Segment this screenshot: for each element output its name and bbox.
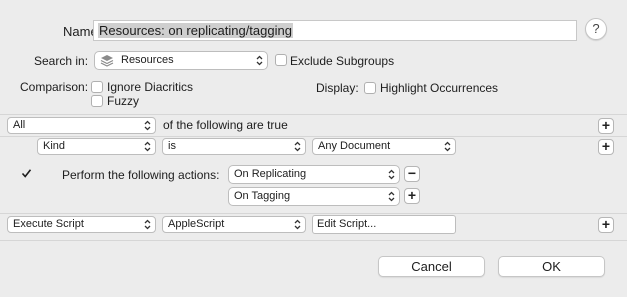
separator <box>0 240 627 241</box>
perform-actions-label: Perform the following actions: <box>62 168 220 182</box>
criterion-field-value: Kind <box>43 140 66 152</box>
criterion-value-value: Any Document <box>318 140 391 152</box>
chevron-updown-icon <box>388 169 395 180</box>
separator <box>0 213 627 214</box>
checkmark-icon <box>21 169 32 178</box>
criterion-operator-value: is <box>168 140 176 152</box>
fuzzy-label: Fuzzy <box>107 94 140 108</box>
edit-script-button[interactable]: Edit Script... <box>312 215 456 234</box>
criterion-operator-popup[interactable]: is <box>162 138 306 155</box>
add-criterion-button[interactable]: + <box>598 118 614 134</box>
action-value-1: On Replicating <box>234 168 307 180</box>
plus-icon: + <box>601 138 611 154</box>
ok-button[interactable]: OK <box>498 256 605 277</box>
plus-icon: + <box>407 187 417 203</box>
match-value: All <box>13 119 26 131</box>
chevron-updown-icon <box>388 191 395 202</box>
action-popup-2[interactable]: On Tagging <box>228 187 400 206</box>
criterion-field-popup[interactable]: Kind <box>37 138 156 155</box>
add-action-button[interactable]: + <box>404 188 420 204</box>
name-field[interactable]: Resources: on replicating/tagging <box>93 20 577 41</box>
question-mark-icon: ? <box>592 21 600 36</box>
script-language-popup[interactable]: AppleScript <box>162 216 306 233</box>
script-language-value: AppleScript <box>168 218 225 230</box>
ignore-diacritics-label: Ignore Diacritics <box>107 80 194 94</box>
action-value-2: On Tagging <box>234 190 291 202</box>
display-label: Display: <box>316 81 359 95</box>
chevron-updown-icon <box>144 141 151 152</box>
name-value: Resources: on replicating/tagging <box>98 23 293 38</box>
ok-label: OK <box>542 259 561 274</box>
minus-icon: − <box>407 165 417 181</box>
exclude-subgroups-checkbox[interactable] <box>275 54 287 66</box>
group-stack-icon <box>100 55 114 67</box>
script-type-popup[interactable]: Execute Script <box>7 216 156 233</box>
plus-icon: + <box>601 117 611 133</box>
perform-actions-checkbox[interactable] <box>20 168 32 180</box>
search-in-value: Resources <box>121 54 174 66</box>
criterion-value-popup[interactable]: Any Document <box>312 138 456 155</box>
chevron-updown-icon <box>294 219 301 230</box>
add-criterion-button[interactable]: + <box>598 139 614 155</box>
chevron-updown-icon <box>444 141 451 152</box>
chevron-updown-icon <box>256 55 263 66</box>
script-type-value: Execute Script <box>13 218 84 230</box>
chevron-updown-icon <box>144 120 151 131</box>
separator <box>0 114 627 115</box>
remove-action-button[interactable]: − <box>404 166 420 182</box>
add-action-button[interactable]: + <box>598 217 614 233</box>
ignore-diacritics-checkbox[interactable] <box>91 81 103 93</box>
chevron-updown-icon <box>144 219 151 230</box>
fuzzy-checkbox[interactable] <box>91 95 103 107</box>
help-button[interactable]: ? <box>585 18 607 40</box>
search-in-popup[interactable]: Resources <box>94 51 268 70</box>
separator <box>0 136 627 137</box>
cancel-label: Cancel <box>411 259 452 274</box>
highlight-occurrences-checkbox[interactable] <box>364 82 376 94</box>
highlight-occurrences-label: Highlight Occurrences <box>380 81 499 95</box>
comparison-label: Comparison: <box>20 80 89 94</box>
action-popup-1[interactable]: On Replicating <box>228 165 400 184</box>
exclude-subgroups-label: Exclude Subgroups <box>290 54 395 68</box>
match-popup[interactable]: All <box>7 117 156 134</box>
cancel-button[interactable]: Cancel <box>378 256 485 277</box>
chevron-updown-icon <box>294 141 301 152</box>
match-text: of the following are true <box>163 118 288 132</box>
plus-icon: + <box>601 216 611 232</box>
edit-script-label: Edit Script... <box>317 218 377 230</box>
search-in-label: Search in: <box>34 54 89 68</box>
